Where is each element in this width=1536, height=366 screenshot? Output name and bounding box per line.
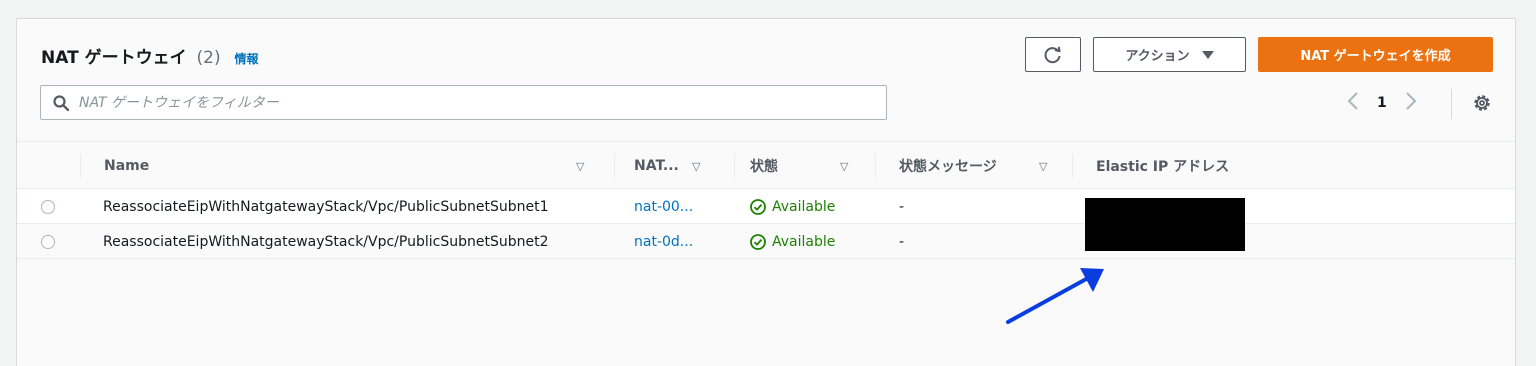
row-select-radio[interactable]	[41, 189, 55, 224]
nat-gateways-table: Name ▽ NAT... ▽ 状態 ▽ 状態メッセージ ▽ Elastic I…	[17, 141, 1515, 259]
caret-down-icon	[1201, 50, 1214, 59]
sort-icon[interactable]: ▽	[576, 160, 584, 173]
status-text: Available	[772, 198, 836, 215]
pagination: 1	[1347, 91, 1417, 115]
panel-header: NAT ゲートウェイ (2) 情報 アクション NAT ゲートウェイを作成 NA…	[17, 19, 1515, 149]
cell-nat-id-link[interactable]: nat-00...	[634, 189, 693, 224]
refresh-button[interactable]	[1025, 37, 1081, 72]
column-divider	[875, 154, 876, 178]
filter-search-box[interactable]	[40, 85, 887, 120]
column-header-elastic-ip[interactable]: Elastic IP アドレス	[1096, 142, 1296, 190]
current-page[interactable]: 1	[1377, 95, 1387, 111]
info-link[interactable]: 情報	[235, 52, 259, 66]
column-label: Name	[104, 158, 150, 174]
column-label: 状態	[750, 159, 778, 175]
refresh-icon	[1044, 46, 1061, 63]
arrow-icon	[1006, 268, 1104, 324]
actions-label: アクション	[1125, 49, 1190, 64]
redacted-elastic-ip	[1085, 198, 1245, 251]
column-label: Elastic IP アドレス	[1096, 159, 1230, 175]
chevron-left-icon[interactable]	[1347, 91, 1359, 115]
column-header-status[interactable]: 状態 ▽	[750, 142, 875, 190]
item-count: (2)	[196, 48, 221, 68]
actions-dropdown-button[interactable]: アクション	[1093, 37, 1246, 72]
sort-icon[interactable]: ▽	[1039, 160, 1047, 173]
column-divider	[1072, 154, 1073, 178]
cell-nat-id-link[interactable]: nat-0d...	[634, 224, 693, 259]
sort-icon[interactable]: ▽	[840, 160, 848, 173]
cell-status-message: -	[899, 198, 905, 215]
cell-status-message: -	[899, 233, 905, 250]
cell-name: ReassociateEipWithNatgatewayStack/Vpc/Pu…	[103, 198, 549, 215]
column-label: 状態メッセージ	[899, 159, 997, 175]
column-divider	[614, 154, 615, 178]
column-divider	[734, 154, 735, 178]
cell-status: Available	[750, 224, 835, 259]
create-nat-gateway-button[interactable]: NAT ゲートウェイを作成	[1258, 37, 1493, 72]
sort-icon[interactable]: ▽	[692, 160, 700, 173]
cell-status: Available	[750, 189, 835, 224]
column-header-nat-id[interactable]: NAT... ▽	[634, 142, 734, 190]
filter-input[interactable]	[79, 94, 859, 111]
table-row[interactable]: ReassociateEipWithNatgatewayStack/Vpc/Pu…	[17, 189, 1515, 224]
page-title-text: NAT ゲートウェイ	[41, 48, 187, 68]
gear-icon[interactable]	[1471, 92, 1493, 114]
chevron-right-icon[interactable]	[1405, 91, 1417, 115]
check-circle-icon	[750, 198, 766, 215]
column-header-name[interactable]: Name ▽	[104, 142, 614, 190]
table-header: Name ▽ NAT... ▽ 状態 ▽ 状態メッセージ ▽ Elastic I…	[17, 141, 1515, 189]
cell-name: ReassociateEipWithNatgatewayStack/Vpc/Pu…	[103, 233, 549, 250]
table-row[interactable]: ReassociateEipWithNatgatewayStack/Vpc/Pu…	[17, 224, 1515, 259]
page-title: NAT ゲートウェイ (2) 情報	[41, 43, 259, 68]
search-icon	[53, 94, 69, 111]
create-label: NAT ゲートウェイを作成	[1300, 49, 1451, 64]
toolbar-divider	[1451, 89, 1452, 119]
row-select-radio[interactable]	[41, 224, 55, 259]
nat-gateways-panel: NAT ゲートウェイ (2) 情報 アクション NAT ゲートウェイを作成 NA…	[16, 18, 1516, 366]
column-label: NAT...	[634, 158, 679, 174]
status-text: Available	[772, 233, 836, 250]
column-header-status-message[interactable]: 状態メッセージ ▽	[899, 142, 1072, 190]
column-divider	[80, 154, 81, 178]
check-circle-icon	[750, 233, 766, 250]
